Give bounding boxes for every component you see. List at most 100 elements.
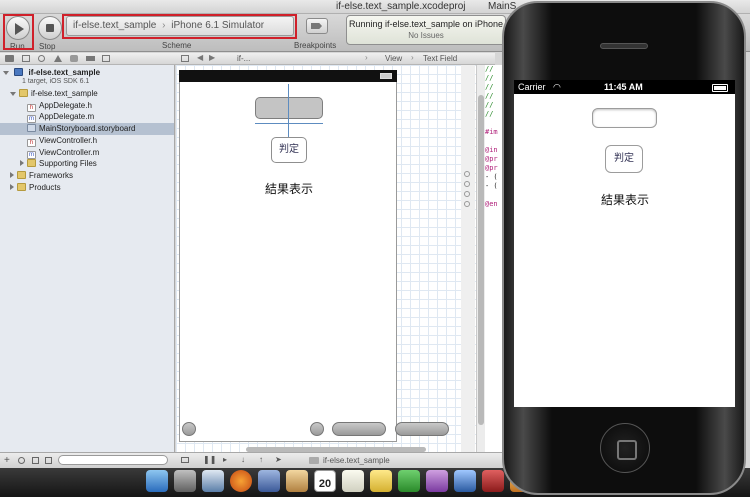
pause-icon[interactable]: ❚❚: [203, 455, 216, 464]
debug-target-label[interactable]: if-else.text_sample: [323, 456, 390, 465]
simulator-time: 11:45 AM: [604, 82, 643, 92]
speaker-grille: [600, 43, 648, 49]
wifi-icon: ◠: [553, 82, 561, 92]
simulator-judge-button[interactable]: 判定: [605, 145, 643, 173]
reminders-icon[interactable]: [342, 470, 364, 492]
debug-icon[interactable]: [70, 55, 78, 62]
storyboard-result-label[interactable]: 結果表示: [250, 180, 328, 197]
connection-dot-icon: [464, 201, 470, 207]
target-app-icon: [309, 457, 319, 464]
photo-booth-icon[interactable]: [454, 470, 476, 492]
folder-icon: [27, 159, 36, 168]
jump-bar: ◀ ▶ if-... › View › Text Field: [175, 53, 495, 65]
chevron-right-icon: ›: [411, 53, 414, 62]
safari-icon[interactable]: [202, 470, 224, 492]
notes-icon[interactable]: [370, 470, 392, 492]
disclosure-triangle-icon[interactable]: [10, 171, 14, 178]
clock-icon[interactable]: [18, 457, 25, 464]
folder-icon[interactable]: [5, 55, 14, 62]
navigator-item[interactable]: Products: [0, 182, 174, 194]
disclosure-triangle-icon[interactable]: [10, 183, 14, 190]
simulator-text-field[interactable]: [592, 108, 657, 128]
breakpoint-icon[interactable]: [86, 56, 95, 61]
simulator-result-label: 結果表示: [600, 193, 649, 207]
issue-icon[interactable]: [54, 55, 62, 62]
navigator-item-label: Supporting Files: [39, 159, 97, 169]
connection-dot-icon: [464, 191, 470, 197]
finder-icon[interactable]: [146, 470, 168, 492]
calendar-icon[interactable]: 20: [314, 470, 336, 492]
navigator-item[interactable]: h ViewController.h: [0, 135, 174, 147]
disclosure-triangle-icon[interactable]: [10, 92, 16, 96]
navigator-item[interactable]: m AppDelegate.m: [0, 111, 174, 124]
contacts-icon[interactable]: [286, 470, 308, 492]
debug-bar: ❚❚ ▸ ↓ ↑ ➤ if-else.text_sample: [175, 452, 515, 468]
alignment-guide-horizontal: [255, 123, 323, 124]
layout-controls[interactable]: [332, 422, 386, 436]
zoom-controls[interactable]: [395, 422, 449, 436]
folder-icon: [19, 89, 28, 97]
activity-issues: No Issues: [408, 31, 444, 40]
form-factor-toggle[interactable]: [310, 422, 324, 436]
disclosure-triangle-icon[interactable]: [3, 71, 9, 75]
forward-icon[interactable]: ▶: [209, 53, 215, 62]
breakpoints-label: Breakpoints: [294, 41, 337, 50]
symbol-icon[interactable]: [22, 55, 30, 62]
simulator-screen[interactable]: [514, 80, 735, 407]
navigator-item-label: AppDelegate.h: [39, 100, 92, 110]
folder-icon: [17, 170, 26, 179]
activity-status: Running if-else.text_sample on iPhone: [348, 19, 504, 29]
step-in-icon[interactable]: ↓: [241, 455, 245, 464]
related-items-icon[interactable]: [181, 55, 189, 62]
navigator-item-label: ViewController.m: [39, 147, 100, 157]
step-over-icon[interactable]: ▸: [223, 455, 227, 464]
navigator-item-label: if-else.text_sample: [31, 89, 98, 98]
run-highlight-box: [3, 14, 34, 50]
navigator-item-label: Products: [29, 182, 61, 192]
navigator-item[interactable]: Frameworks: [0, 170, 174, 182]
jump-view[interactable]: View: [385, 54, 402, 63]
simulator-carrier: Carrier: [518, 82, 546, 92]
home-button[interactable]: [600, 423, 650, 473]
jump-project[interactable]: if-...: [237, 54, 250, 63]
log-icon[interactable]: [102, 55, 110, 62]
connection-dot-icon: [464, 171, 470, 177]
add-icon[interactable]: +: [4, 455, 10, 466]
hide-debug-icon[interactable]: [181, 457, 189, 463]
search-icon[interactable]: [38, 55, 45, 62]
back-icon[interactable]: ◀: [197, 53, 203, 62]
mail-icon[interactable]: [258, 470, 280, 492]
document-outline-toggle[interactable]: [182, 422, 196, 436]
navigator-item[interactable]: MainStoryboard.storyboard: [0, 123, 174, 136]
filter-scm-icon[interactable]: [32, 457, 39, 464]
editor-vertical-scrollbar[interactable]: [476, 65, 485, 452]
navigator-item[interactable]: if-else.text_sample: [0, 88, 174, 100]
jump-text-field[interactable]: Text Field: [423, 54, 457, 63]
facetime-icon[interactable]: [426, 470, 448, 492]
navigator-selector-bar: [0, 53, 175, 65]
scheme-label: Scheme: [162, 41, 192, 50]
storyboard-text-field[interactable]: [255, 97, 323, 119]
project-navigator: if-else.text_sample 1 target, iOS SDK 6.…: [0, 65, 175, 452]
stop-button[interactable]: [38, 16, 62, 40]
navigator-item-label: MainStoryboard.storyboard: [39, 124, 136, 134]
step-out-icon[interactable]: ↑: [259, 455, 263, 464]
connection-dot-icon: [464, 181, 470, 187]
launchpad-icon[interactable]: [174, 470, 196, 492]
storyboard-judge-button[interactable]: 判定: [271, 137, 307, 163]
filter-recent-icon[interactable]: [45, 457, 52, 464]
code-gutter: [461, 65, 475, 452]
navigator-item[interactable]: h AppDelegate.h: [0, 100, 174, 112]
stop-icon: [46, 24, 54, 32]
project-subtitle: 1 target, iOS SDK 6.1: [22, 78, 90, 85]
messages-icon[interactable]: [398, 470, 420, 492]
firefox-icon[interactable]: [230, 470, 252, 492]
breakpoints-button[interactable]: [306, 18, 328, 34]
navigator-filter-field[interactable]: [58, 455, 168, 465]
navigator-item-label: Frameworks: [29, 170, 74, 180]
disclosure-triangle-icon[interactable]: [20, 160, 24, 167]
navigator-item[interactable]: m ViewController.m: [0, 147, 174, 159]
navigator-item[interactable]: Supporting Files: [0, 158, 174, 170]
photos-icon[interactable]: [482, 470, 504, 492]
location-icon[interactable]: ➤: [275, 455, 282, 464]
